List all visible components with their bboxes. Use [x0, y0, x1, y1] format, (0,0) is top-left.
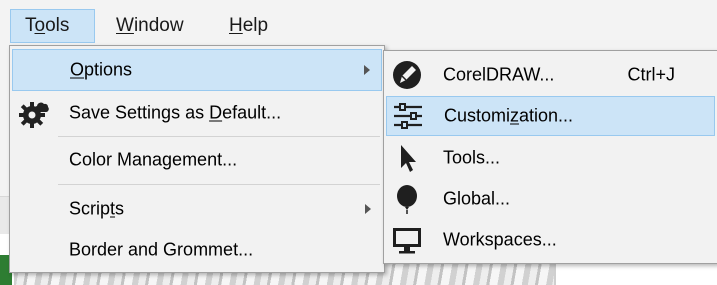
menu-item-scripts-label: Scripts: [69, 198, 125, 219]
menu-item-border-grommet[interactable]: Border and Grommet...: [12, 230, 382, 270]
sliders-icon: [394, 103, 422, 129]
menu-item-options[interactable]: Options: [12, 49, 382, 91]
menubar-window-mnemonic: W: [116, 15, 134, 36]
menubar-window-label: indow: [133, 15, 184, 36]
submenu-item-customization-label: Customization...: [444, 105, 574, 126]
menubar-help-mnemonic: H: [229, 15, 243, 36]
menubar-help[interactable]: Help: [215, 9, 282, 43]
menu-item-color-management[interactable]: Color Management...: [12, 139, 382, 181]
submenu-item-coreldraw-label: CorelDRAW...: [443, 64, 555, 85]
menu-item-save-settings-label: Save Settings as Default...: [69, 102, 282, 123]
canvas-artwork-edge: [554, 262, 556, 285]
tools-menu: Options Save Settings as Default... Colo…: [9, 45, 385, 273]
options-submenu: CorelDRAW... Ctrl+J Customization... Too…: [383, 50, 717, 264]
menu-item-save-settings-default[interactable]: Save Settings as Default...: [12, 93, 382, 133]
menu-item-scripts[interactable]: Scripts: [12, 189, 382, 229]
menu-bar: Tools Window Help: [0, 0, 717, 46]
menubar-help-label: elp: [242, 15, 269, 36]
submenu-item-tools[interactable]: Tools...: [386, 138, 715, 178]
submenu-item-workspaces-label: Workspaces...: [443, 229, 557, 250]
submenu-item-customization[interactable]: Customization...: [386, 96, 715, 136]
coreldraw-icon: [393, 61, 421, 89]
menu-separator: [58, 184, 380, 185]
menu-separator: [58, 136, 380, 137]
submenu-item-workspaces[interactable]: Workspaces...: [386, 220, 715, 260]
shortcut-ctrl-j: Ctrl+J: [627, 64, 675, 85]
menubar-window[interactable]: Window: [102, 9, 198, 43]
gear-cloud-icon: [19, 102, 49, 128]
submenu-arrow-icon: [364, 65, 370, 75]
pointer-icon: [401, 145, 416, 172]
menubar-tools-mnemonic: o: [34, 15, 46, 36]
balloon-icon: [397, 185, 417, 214]
menubar-tools[interactable]: Tools: [10, 9, 95, 43]
submenu-item-global-label: Global...: [443, 188, 511, 209]
menu-item-options-label: Options: [70, 59, 133, 80]
submenu-item-tools-label: Tools...: [443, 147, 501, 168]
submenu-arrow-icon: [365, 204, 371, 214]
menu-item-color-management-label: Color Management...: [69, 149, 238, 170]
menubar-tools-label: T: [25, 15, 35, 36]
menubar-tools-label-rest: ols: [45, 15, 70, 36]
monitor-icon: [393, 228, 421, 254]
submenu-item-coreldraw[interactable]: CorelDRAW... Ctrl+J: [386, 55, 715, 95]
menu-item-border-grommet-label: Border and Grommet...: [69, 239, 254, 260]
submenu-item-global[interactable]: Global...: [386, 179, 715, 219]
